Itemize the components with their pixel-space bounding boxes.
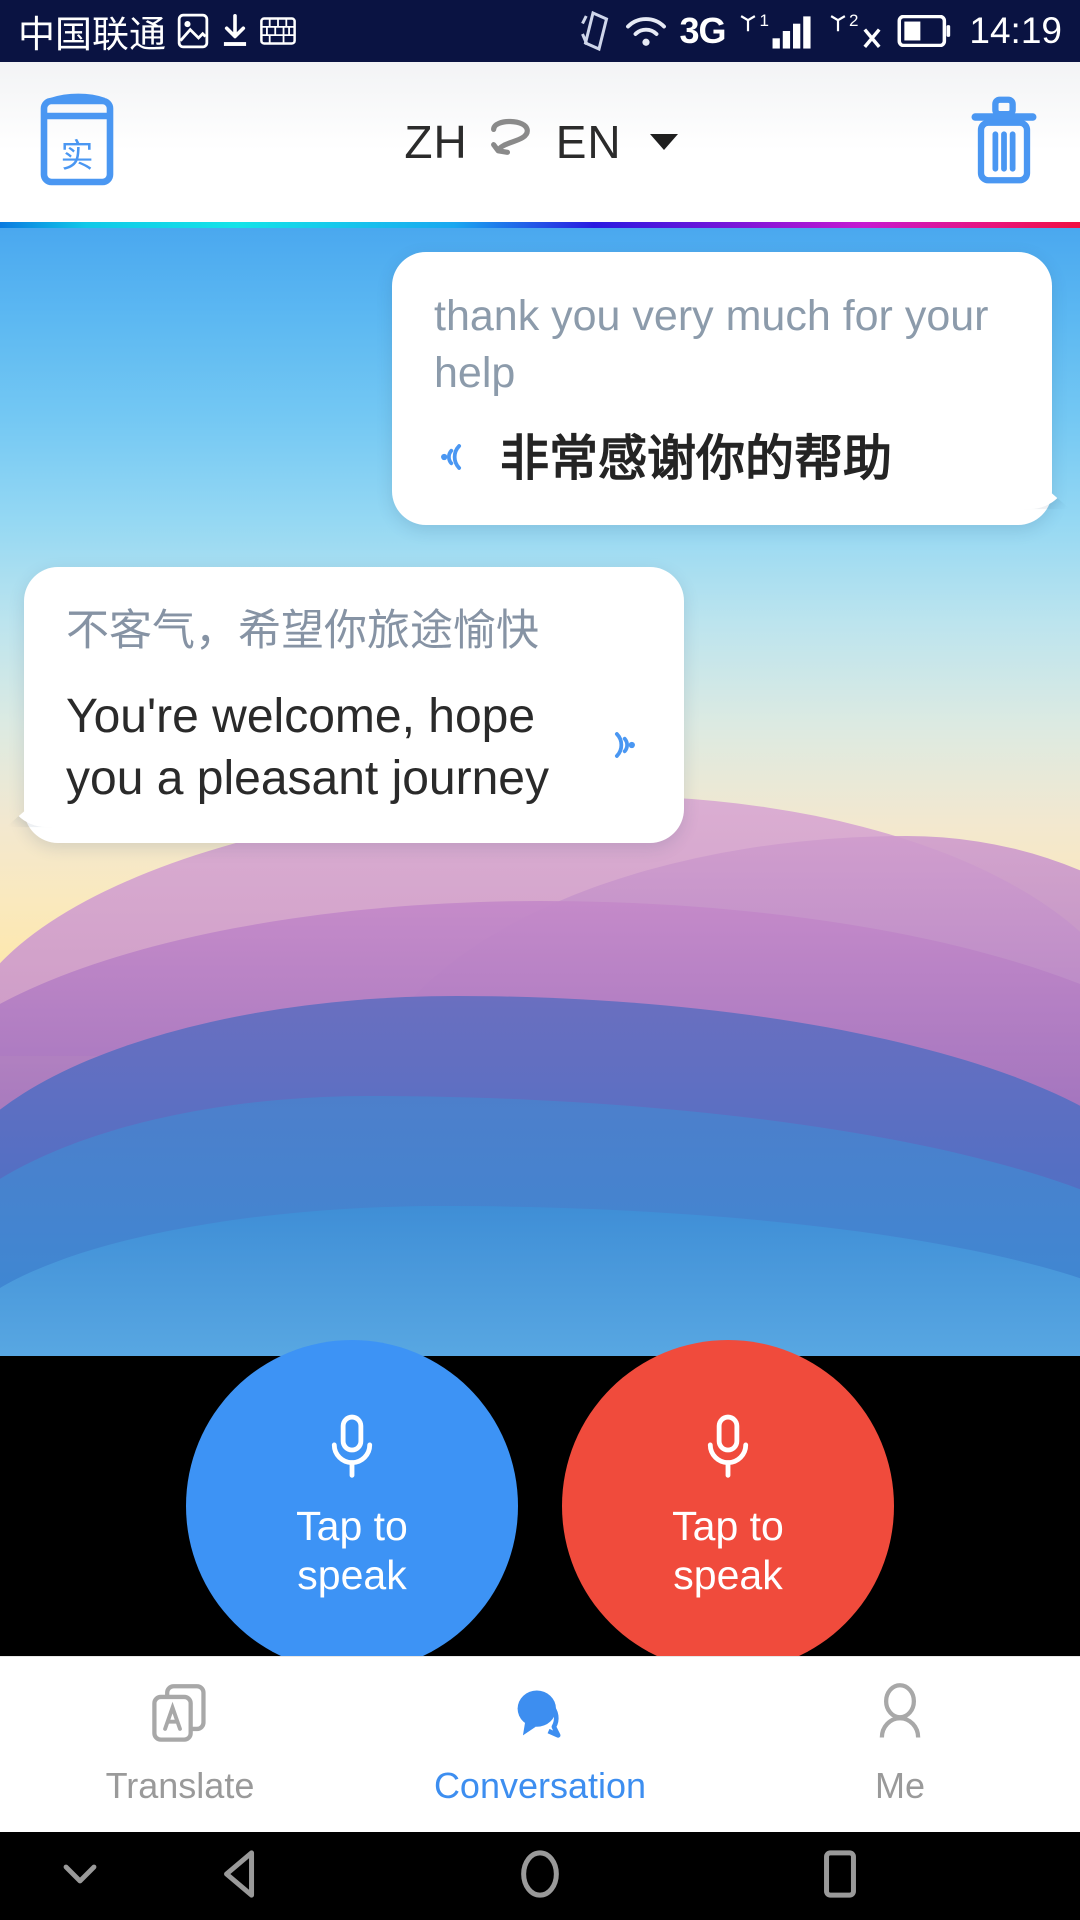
clear-conversation-button[interactable]: [966, 94, 1042, 191]
conversation-list[interactable]: thank you very much for your help 非常感谢你的…: [0, 228, 1080, 844]
bubble-tail-right: [1024, 469, 1070, 510]
message-bubble-outgoing[interactable]: thank you very much for your help 非常感谢你的…: [392, 252, 1070, 526]
tab-translate[interactable]: Translate: [0, 1682, 360, 1807]
bubble-tail-left: [6, 787, 52, 828]
target-language-label: EN: [555, 116, 622, 168]
tab-label-conversation: Conversation: [433, 1765, 647, 1806]
keyboard-icon: [260, 16, 296, 46]
phone-screen: 中国联通 3G 1 2 14:19 实 ZH EN thank you very…: [0, 0, 1080, 1920]
message-translated-text: You're welcome, hope you a pleasant jour…: [66, 690, 549, 805]
microphone-icon: [707, 1414, 749, 1478]
tab-label-me: Me: [874, 1765, 925, 1806]
shake-icon: [579, 10, 613, 52]
clock-label: 14:19: [969, 10, 1062, 51]
network-type-label: 3G: [679, 10, 726, 51]
image-icon: [176, 13, 210, 49]
home-icon[interactable]: [515, 1847, 565, 1906]
mic-label-line2: speak: [297, 1552, 407, 1598]
book-icon: 实: [40, 93, 114, 185]
message-translated-text: 非常感谢你的帮助: [500, 432, 893, 487]
dictionary-button[interactable]: 实: [38, 92, 116, 193]
wifi-icon: [625, 14, 667, 48]
speaker-right-icon[interactable]: [598, 723, 642, 772]
app-bar: 实 ZH EN: [0, 62, 1080, 222]
hide-keyboard-chevron-icon[interactable]: [60, 1861, 100, 1892]
chat-bubbles-icon: [508, 1682, 572, 1751]
bottom-tab-bar: Translate Conversation Me: [0, 1656, 1080, 1832]
message-translation-row: 非常感谢你的帮助: [434, 428, 1010, 491]
nav-buttons: [215, 1847, 865, 1906]
sim1-label: 1: [759, 11, 769, 30]
sim1-signal-icon: 1: [737, 12, 814, 50]
carrier-label: 中国联通: [18, 14, 166, 55]
tab-me[interactable]: Me: [720, 1682, 1080, 1807]
android-nav-bar: [0, 1832, 1080, 1920]
message-source-text: thank you very much for your help: [434, 292, 989, 398]
battery-icon: [897, 15, 951, 47]
mic-label-line2: speak: [673, 1552, 783, 1598]
gradient-divider: [0, 222, 1080, 228]
recents-icon[interactable]: [815, 1847, 865, 1906]
mic-button-area: Tap to speak Tap to speak: [0, 1340, 1080, 1672]
sim2-label: 2: [848, 11, 859, 30]
back-icon[interactable]: [215, 1847, 265, 1906]
mic-button-source[interactable]: Tap to speak: [186, 1340, 518, 1672]
message-translation-row: You're welcome, hope you a pleasant jour…: [66, 686, 642, 809]
person-icon: [868, 1682, 932, 1751]
download-icon: [220, 13, 250, 49]
status-bar-right: 3G 1 2 14:19: [579, 10, 1062, 52]
sim2-no-signal-icon: 2: [827, 12, 885, 50]
mic-label-line1: Tap to: [296, 1502, 408, 1549]
swap-languages-icon[interactable]: [486, 114, 538, 171]
status-bar: 中国联通 3G 1 2 14:19: [0, 0, 1080, 62]
tab-conversation[interactable]: Conversation: [360, 1682, 720, 1807]
mic-button-label: Tap to speak: [672, 1502, 784, 1600]
trash-icon: [971, 96, 1037, 183]
message-bubble-incoming[interactable]: 不客气，希望你旅途愉快 You're welcome, hope you a p…: [6, 567, 684, 844]
svg-text:实: 实: [61, 136, 94, 175]
language-pair-selector[interactable]: ZH EN: [404, 114, 678, 171]
status-bar-left: 中国联通: [18, 4, 296, 58]
chevron-down-icon[interactable]: [649, 134, 678, 150]
translate-cards-icon: [148, 1682, 212, 1751]
microphone-icon: [331, 1414, 373, 1478]
message-source-text: 不客气，希望你旅途愉快: [66, 607, 539, 656]
mic-button-target[interactable]: Tap to speak: [562, 1340, 894, 1672]
source-language-label: ZH: [404, 116, 468, 168]
mic-button-label: Tap to speak: [296, 1502, 408, 1600]
tab-label-translate: Translate: [105, 1765, 255, 1806]
speaker-left-icon[interactable]: [434, 435, 478, 484]
mic-label-line1: Tap to: [672, 1502, 784, 1549]
